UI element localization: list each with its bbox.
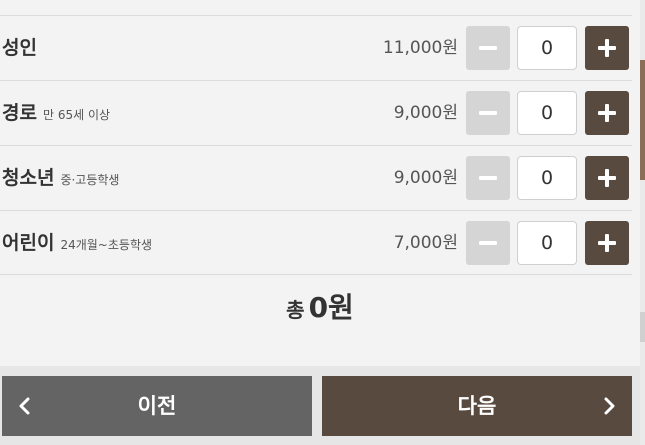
increase-button[interactable] [585,91,629,135]
background-strip [640,0,645,445]
total-amount: 0원 [308,291,354,324]
total-label: 총 [286,298,305,322]
decrease-button[interactable] [466,221,510,265]
chevron-right-icon [604,397,615,415]
ticket-name: 어린이 24개월~초등학생 [2,211,152,275]
ticket-price: 7,000원 [393,233,458,253]
quantity-input[interactable] [517,91,577,135]
minus-icon [479,111,497,115]
prev-label: 이전 [137,394,177,418]
ticket-subtitle: 중·고등학생 [60,173,120,187]
increase-button[interactable] [585,156,629,200]
quantity-input[interactable] [517,221,577,265]
next-label: 다음 [457,394,497,418]
ticket-name-label: 청소년 [2,167,55,189]
quantity-input[interactable] [517,156,577,200]
ticket-list: 성인 11,000원 경로 만 65세 이상 9,000원 청소년 중·고등학생 9… [0,15,632,275]
minus-icon [479,176,497,180]
minus-icon [479,241,497,245]
ticket-row-adult: 성인 11,000원 [0,15,632,80]
increase-button[interactable] [585,221,629,265]
ticket-name-label: 성인 [2,37,37,59]
quantity-input[interactable] [517,26,577,70]
background-image [640,60,645,180]
ticket-price: 9,000원 [393,168,458,188]
total-summary: 총 0원 [0,286,640,326]
ticket-name: 경로 만 65세 이상 [2,81,110,145]
prev-button[interactable]: 이전 [2,376,312,436]
minus-icon [479,46,497,50]
ticket-subtitle: 24개월~초등학생 [60,238,153,252]
ticket-name-label: 경로 [2,102,37,124]
decrease-button[interactable] [466,26,510,70]
ticket-name-label: 어린이 [2,232,55,254]
ticket-row-youth: 청소년 중·고등학생 9,000원 [0,145,632,210]
ticket-name: 성인 [2,16,37,80]
next-button[interactable]: 다음 [322,376,632,436]
background-image [640,312,645,342]
ticket-subtitle: 만 65세 이상 [42,108,111,122]
ticket-name: 청소년 중·고등학생 [2,146,119,210]
ticket-price: 9,000원 [393,103,458,123]
decrease-button[interactable] [466,156,510,200]
ticket-row-child: 어린이 24개월~초등학생 7,000원 [0,210,632,275]
decrease-button[interactable] [466,91,510,135]
ticket-panel: 성인 11,000원 경로 만 65세 이상 9,000원 청소년 중·고등학생 9… [0,0,640,366]
ticket-row-senior: 경로 만 65세 이상 9,000원 [0,80,632,145]
increase-button[interactable] [585,26,629,70]
ticket-price: 11,000원 [382,38,458,58]
